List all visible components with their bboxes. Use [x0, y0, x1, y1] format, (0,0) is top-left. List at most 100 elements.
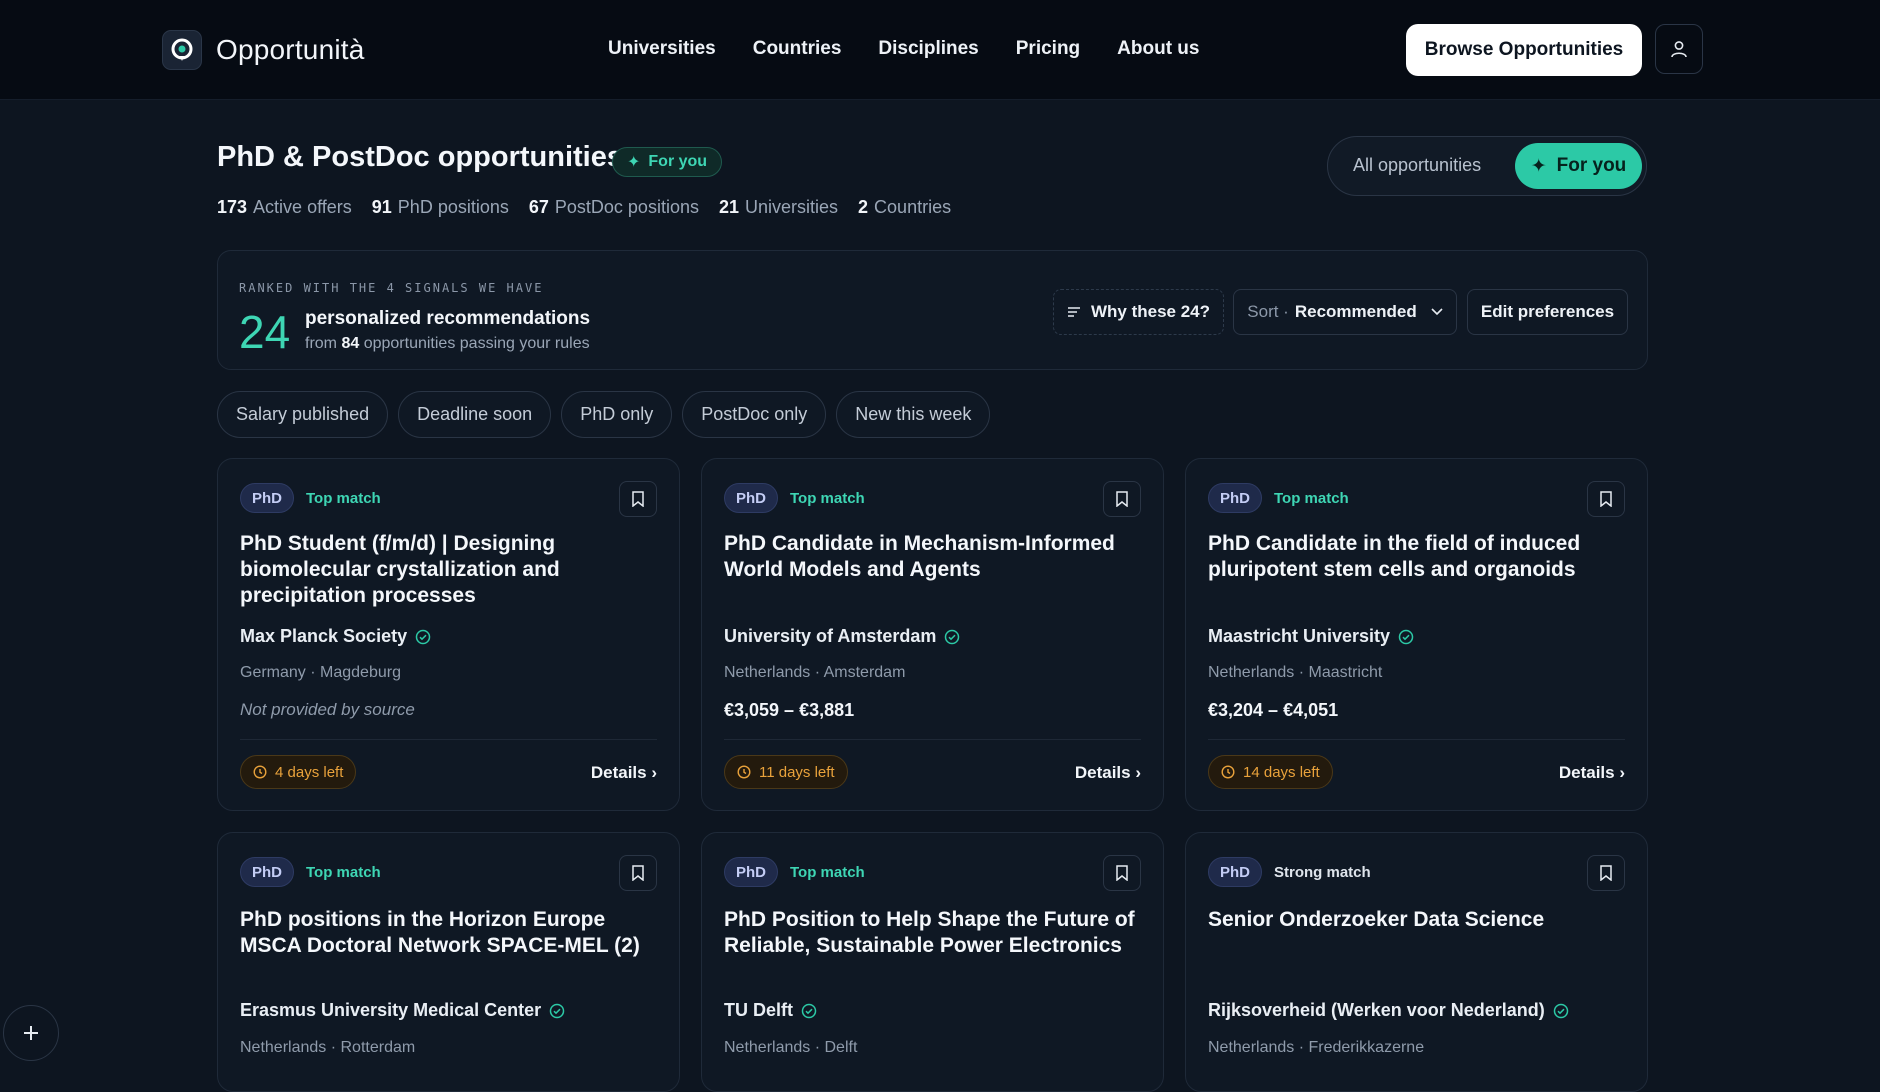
deadline-badge: 14 days left — [1208, 755, 1333, 789]
chip-deadline-soon[interactable]: Deadline soon — [398, 391, 552, 438]
verified-icon — [549, 1003, 565, 1018]
stat-universities: 21 Universities — [718, 197, 839, 217]
match-label: Top match — [790, 864, 865, 881]
why-these-button[interactable]: Why these 24? — [1053, 289, 1224, 335]
card-title[interactable]: PhD positions in the Horizon Europe MSCA… — [240, 907, 660, 959]
page-title: PhD & PostDoc opportunities — [217, 141, 623, 173]
toggle-for-you[interactable]: ✦ For you — [1515, 143, 1642, 189]
chevron-down-icon — [1431, 308, 1443, 316]
user-icon — [1671, 41, 1687, 58]
chip-postdoc-only[interactable]: PostDoc only — [682, 391, 827, 438]
recommendations-title: personalized recommendations — [305, 308, 591, 329]
sparkle-icon: ✦ — [1530, 155, 1547, 177]
verified-icon — [1398, 629, 1414, 644]
plus-icon — [24, 1026, 38, 1040]
position-type-tag: PhD — [240, 857, 294, 887]
opportunity-card[interactable]: PhD Strong match Senior Onderzoeker Data… — [1185, 832, 1648, 1092]
recommendations-count: 24 — [239, 306, 291, 358]
recommendations-subtitle: from 84 opportunities passing your rules — [305, 335, 590, 352]
details-link[interactable]: Details › — [1075, 763, 1141, 783]
card-title[interactable]: PhD Student (f/m/d) | Designing biomolec… — [240, 531, 660, 609]
edit-preferences-button[interactable]: Edit preferences — [1467, 289, 1628, 335]
position-type-tag: PhD — [724, 857, 778, 887]
clock-icon — [253, 765, 267, 779]
user-account-button[interactable] — [1655, 24, 1703, 74]
details-link[interactable]: Details › — [1559, 763, 1625, 783]
nav-disciplines[interactable]: Disciplines — [878, 38, 978, 60]
opportunity-card[interactable]: PhD Top match PhD Candidate in the field… — [1185, 458, 1648, 811]
clock-icon — [737, 765, 751, 779]
sparkle-icon: ✦ — [627, 154, 641, 171]
card-divider — [724, 739, 1141, 740]
card-salary: €3,204 – €4,051 — [1208, 700, 1339, 720]
top-navbar: Opportunità Universities Countries Disci… — [0, 0, 1880, 100]
primary-nav: Universities Countries Disciplines Prici… — [608, 38, 1199, 60]
details-link[interactable]: Details › — [591, 763, 657, 783]
card-salary: €3,059 – €3,881 — [724, 700, 855, 720]
stat-postdoc-positions: 67 PostDoc positions — [528, 197, 699, 217]
sort-value: Recommended — [1294, 302, 1417, 321]
nav-about-us[interactable]: About us — [1117, 38, 1199, 60]
bookmark-icon — [1600, 865, 1612, 881]
nav-universities[interactable]: Universities — [608, 38, 716, 60]
browse-opportunities-button[interactable]: Browse Opportunities — [1406, 24, 1642, 76]
for-you-badge-label: For you — [648, 153, 708, 170]
opportunity-card[interactable]: PhD Top match PhD Position to Help Shape… — [701, 832, 1164, 1092]
bookmark-button[interactable] — [1587, 481, 1625, 517]
position-type-tag: PhD — [240, 483, 294, 513]
verified-icon — [945, 629, 960, 644]
card-location: Netherlands · Maastricht — [1208, 664, 1383, 681]
chip-salary-published[interactable]: Salary published — [217, 391, 389, 438]
nav-countries[interactable]: Countries — [753, 38, 842, 60]
position-type-tag: PhD — [1208, 857, 1262, 887]
bookmark-icon — [1600, 491, 1612, 507]
bookmark-button[interactable] — [619, 481, 657, 517]
opportunity-card[interactable]: PhD Top match PhD Student (f/m/d) | Desi… — [217, 458, 680, 811]
bookmark-icon — [1116, 865, 1128, 881]
opportunity-card[interactable]: PhD Top match PhD Candidate in Mechanism… — [701, 458, 1164, 811]
opportunity-card[interactable]: PhD Top match PhD positions in the Horiz… — [217, 832, 680, 1092]
logo-icon — [162, 30, 202, 70]
card-organization: Max Planck Society — [240, 626, 431, 647]
filter-chips: Salary published Deadline soon PhD only … — [217, 391, 991, 438]
sort-dropdown[interactable]: Sort · Recommended — [1233, 289, 1457, 335]
card-title[interactable]: PhD Candidate in the field of induced pl… — [1208, 531, 1628, 583]
bookmark-button[interactable] — [1103, 481, 1141, 517]
stats-row: 173 Active offers 91 PhD positions 67 PostD… — [217, 197, 951, 218]
verified-icon — [801, 1003, 817, 1018]
bookmark-button[interactable] — [1587, 855, 1625, 891]
card-location: Netherlands · Frederikkazerne — [1208, 1039, 1425, 1056]
card-salary: Not provided by source — [240, 700, 415, 719]
chip-new-this-week[interactable]: New this week — [836, 391, 991, 438]
stat-countries: 2 Countries — [858, 197, 952, 217]
deadline-badge: 11 days left — [724, 755, 848, 789]
card-organization: Erasmus University Medical Center — [240, 1000, 565, 1021]
nav-pricing[interactable]: Pricing — [1016, 38, 1080, 60]
card-location: Netherlands · Delft — [724, 1039, 858, 1056]
clock-icon — [1221, 765, 1235, 779]
card-location: Netherlands · Rotterdam — [240, 1039, 416, 1056]
brand-logo[interactable]: Opportunità — [162, 30, 365, 70]
bookmark-icon — [632, 865, 644, 881]
card-title[interactable]: PhD Candidate in Mechanism-Informed Worl… — [724, 531, 1144, 583]
card-location: Netherlands · Amsterdam — [724, 664, 906, 681]
bookmark-button[interactable] — [619, 855, 657, 891]
card-location: Germany · Magdeburg — [240, 664, 401, 681]
toggle-for-you-label: For you — [1556, 155, 1627, 176]
view-toggle: All opportunities ✦ For you — [1327, 136, 1647, 196]
card-title[interactable]: PhD Position to Help Shape the Future of… — [724, 907, 1144, 959]
bookmark-icon — [1116, 491, 1128, 507]
card-organization: University of Amsterdam — [724, 626, 960, 647]
stat-active-offers: 173 Active offers — [217, 197, 352, 217]
chip-phd-only[interactable]: PhD only — [561, 391, 673, 438]
match-label: Top match — [1274, 490, 1349, 507]
card-organization: TU Delft — [724, 1000, 817, 1021]
card-title[interactable]: Senior Onderzoeker Data Science — [1208, 907, 1628, 933]
bookmark-button[interactable] — [1103, 855, 1141, 891]
recommendations-kicker: RANKED WITH THE 4 SIGNALS WE HAVE — [239, 281, 544, 295]
deadline-badge: 4 days left — [240, 755, 357, 789]
floating-add-button[interactable] — [3, 1005, 59, 1061]
list-icon — [1067, 307, 1080, 317]
match-label: Top match — [306, 490, 381, 507]
toggle-all-opportunities[interactable]: All opportunities — [1353, 155, 1481, 176]
